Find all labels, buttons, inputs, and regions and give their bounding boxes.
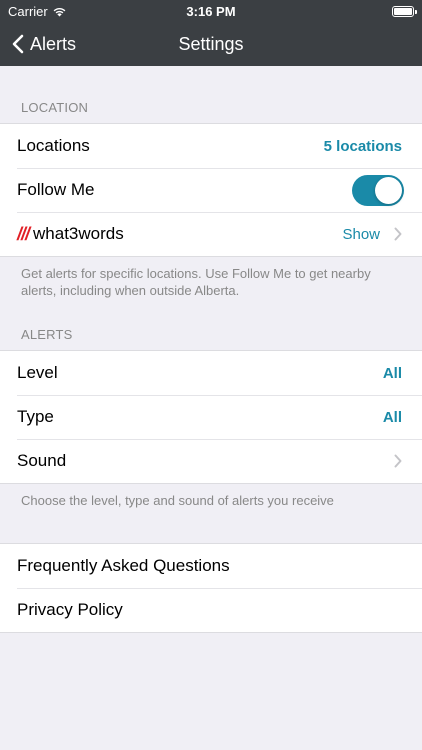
- faq-row[interactable]: Frequently Asked Questions: [0, 544, 422, 588]
- what3words-accessory: Show: [342, 226, 402, 243]
- follow-me-row: Follow Me: [0, 168, 422, 212]
- location-group: Locations 5 locations Follow Me /// what…: [0, 123, 422, 257]
- sound-row[interactable]: Sound: [0, 439, 422, 483]
- alerts-section-header: ALERTS: [21, 327, 73, 342]
- back-button[interactable]: Alerts: [0, 34, 76, 55]
- status-bar: Carrier 3:16 PM: [0, 0, 422, 22]
- level-row[interactable]: Level All: [0, 351, 422, 395]
- alerts-group: Level All Type All Sound: [0, 350, 422, 484]
- type-label: Type: [17, 407, 54, 426]
- what3words-logo: ///: [17, 223, 30, 244]
- what3words-value: Show: [342, 225, 380, 243]
- locations-label: Locations: [17, 136, 90, 155]
- what3words-label: what3words: [33, 224, 124, 243]
- locations-value: 5 locations: [323, 137, 402, 155]
- chevron-left-icon: [12, 34, 24, 54]
- privacy-policy-row[interactable]: Privacy Policy: [0, 588, 422, 632]
- chevron-right-icon: [394, 454, 402, 468]
- toggle-knob: [375, 176, 402, 204]
- clock: 3:16 PM: [186, 3, 236, 19]
- type-value: All: [382, 408, 402, 426]
- locations-row[interactable]: Locations 5 locations: [0, 124, 422, 168]
- type-row[interactable]: Type All: [0, 395, 422, 439]
- faq-label: Frequently Asked Questions: [17, 556, 230, 575]
- follow-me-label: Follow Me: [17, 180, 95, 199]
- level-value: All: [382, 364, 402, 382]
- alerts-footer: Choose the level, type and sound of aler…: [21, 493, 334, 508]
- navigation-bar: Alerts Settings: [0, 22, 422, 66]
- info-group: Frequently Asked Questions Privacy Polic…: [0, 543, 422, 633]
- level-label: Level: [17, 363, 58, 382]
- location-section-header: LOCATION: [21, 100, 89, 115]
- what3words-title: /// what3words: [17, 224, 124, 245]
- what3words-row[interactable]: /// what3words Show: [0, 212, 422, 256]
- chevron-right-icon: [394, 227, 402, 241]
- follow-me-toggle[interactable]: [352, 174, 404, 206]
- back-label: Alerts: [30, 33, 77, 54]
- battery-icon: [392, 5, 417, 17]
- location-footer: Get alerts for specific locations. Use F…: [21, 266, 371, 298]
- privacy-policy-label: Privacy Policy: [17, 600, 123, 619]
- sound-label: Sound: [17, 451, 67, 470]
